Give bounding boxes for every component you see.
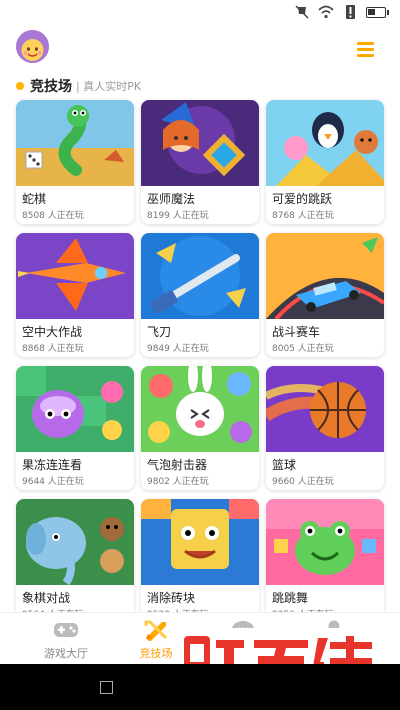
bubble-shooter-art-icon	[141, 366, 259, 452]
tab-game-hall[interactable]: 游戏大厅	[16, 619, 116, 661]
game-thumbnail	[266, 100, 384, 186]
game-card-air-battle[interactable]: 空中大作战 8868 人正在玩	[16, 233, 134, 357]
game-players: 8005 人正在玩	[272, 344, 334, 354]
jelly-link-art-icon	[16, 366, 134, 452]
battery-icon	[366, 6, 389, 18]
air-battle-art-icon	[16, 233, 134, 319]
game-thumbnail	[16, 499, 134, 585]
section-title: 竞技场 | 真人实时PK	[16, 76, 141, 96]
wifi-icon	[318, 5, 334, 19]
game-card-snake-chess[interactable]: 蛇棋 8508 人正在玩	[16, 100, 134, 224]
tab-label: 游戏大厅	[44, 647, 88, 660]
game-players: 8199 人正在玩	[147, 211, 209, 221]
game-title: 战斗赛车	[272, 325, 321, 339]
game-card-jump-dance[interactable]: 跳跳舞 9356 人正在玩	[266, 499, 384, 623]
section-dot	[16, 82, 24, 90]
game-players: 9802 人正在玩	[147, 477, 209, 487]
game-card-flying-knife[interactable]: 飞刀 9849 人正在玩	[141, 233, 259, 357]
basketball-art-icon	[266, 366, 384, 452]
game-card-wizard-magic[interactable]: 巫师魔法 8199 人正在玩	[141, 100, 259, 224]
status-icons	[294, 5, 389, 19]
cute-jump-art-icon	[266, 100, 384, 186]
game-title: 飞刀	[147, 325, 172, 339]
status-bar	[0, 0, 400, 28]
game-thumbnail	[266, 233, 384, 319]
game-card-basketball[interactable]: 篮球 9660 人正在玩	[266, 366, 384, 490]
gamepad-icon	[53, 619, 79, 641]
game-card-bubble-shooter[interactable]: 气泡射击器 9802 人正在玩	[141, 366, 259, 490]
snake-chess-art-icon	[16, 100, 134, 186]
game-players: 8868 人正在玩	[22, 344, 84, 354]
game-players: 9660 人正在玩	[272, 477, 334, 487]
game-title: 篮球	[272, 458, 297, 472]
game-thumbnail	[266, 366, 384, 452]
game-title: 可爱的跳跃	[272, 192, 333, 206]
game-title: 消除砖块	[147, 591, 196, 605]
game-thumbnail	[141, 499, 259, 585]
game-thumbnail	[141, 233, 259, 319]
game-title: 气泡射击器	[147, 458, 208, 472]
game-players: 9849 人正在玩	[147, 344, 209, 354]
game-card-cute-jump[interactable]: 可爱的跳跃 8768 人正在玩	[266, 100, 384, 224]
game-thumbnail	[141, 366, 259, 452]
game-card-brick-breaker[interactable]: 消除砖块 9523 人正在玩	[141, 499, 259, 623]
avatar[interactable]	[16, 30, 49, 63]
racing-art-icon	[266, 233, 384, 319]
game-thumbnail	[16, 366, 134, 452]
section-title-text: 竞技场	[30, 79, 72, 95]
sim-alert-icon	[346, 5, 355, 19]
chess-battle-art-icon	[16, 499, 134, 585]
game-players: 9644 人正在玩	[22, 477, 84, 487]
game-title: 空中大作战	[22, 325, 83, 339]
mute-icon	[295, 5, 309, 19]
game-title: 跳跳舞	[272, 591, 309, 605]
game-title: 象棋对战	[22, 591, 71, 605]
swords-icon	[143, 619, 169, 642]
system-nav-bar	[0, 664, 400, 710]
flying-knife-art-icon	[141, 233, 259, 319]
jump-dance-art-icon	[266, 499, 384, 585]
game-thumbnail	[16, 233, 134, 319]
section-subtitle: | 真人实时PK	[76, 80, 142, 93]
game-title: 巫师魔法	[147, 192, 196, 206]
game-card-battle-racing[interactable]: 战斗赛车 8005 人正在玩	[266, 233, 384, 357]
game-title: 蛇棋	[22, 192, 47, 206]
wizard-art-icon	[141, 100, 259, 186]
brick-breaker-art-icon	[141, 499, 259, 585]
game-thumbnail	[266, 499, 384, 585]
game-players: 8508 人正在玩	[22, 211, 84, 221]
game-players: 8768 人正在玩	[272, 211, 334, 221]
game-title: 果冻连连看	[22, 458, 83, 472]
recent-apps-button[interactable]	[100, 681, 113, 694]
top-row	[0, 28, 400, 68]
menu-icon[interactable]	[357, 42, 374, 57]
game-thumbnail	[16, 100, 134, 186]
game-card-chess-battle[interactable]: 象棋对战 9564 人正在玩	[16, 499, 134, 623]
game-thumbnail	[141, 100, 259, 186]
game-card-jelly-link[interactable]: 果冻连连看 9644 人正在玩	[16, 366, 134, 490]
avatar-face-icon	[16, 30, 49, 63]
